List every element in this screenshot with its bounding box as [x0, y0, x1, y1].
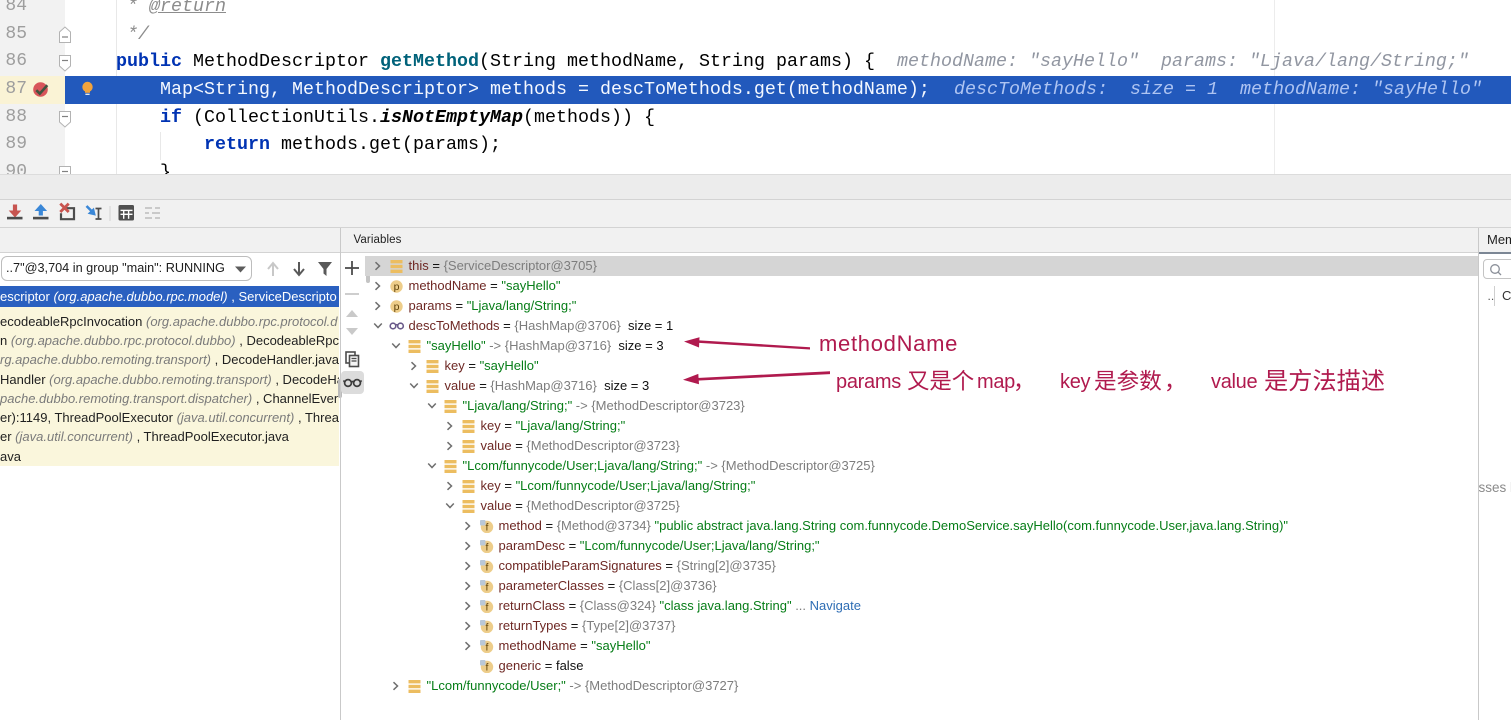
svg-text:f: f — [486, 601, 489, 612]
svg-text:f: f — [486, 521, 489, 532]
svg-text:p: p — [394, 281, 400, 293]
svg-text:f: f — [486, 661, 489, 672]
svg-text:f: f — [486, 561, 489, 572]
svg-text:p: p — [394, 301, 400, 313]
svg-text:f: f — [486, 641, 489, 652]
svg-text:f: f — [486, 581, 489, 592]
svg-text:f: f — [486, 541, 489, 552]
svg-text:f: f — [486, 621, 489, 632]
